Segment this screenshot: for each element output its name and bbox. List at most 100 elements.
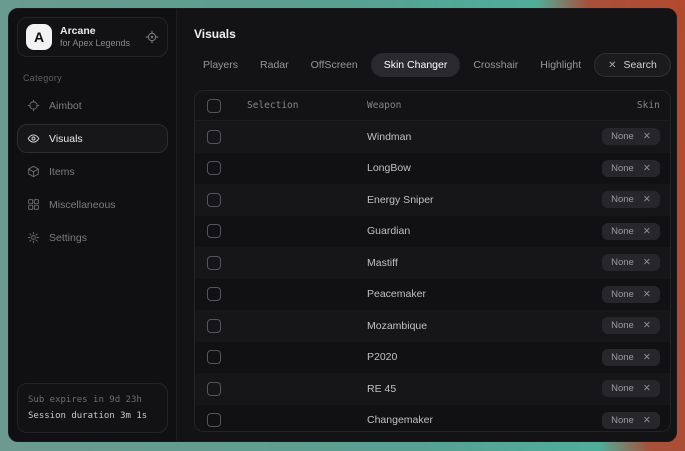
skin-select[interactable]: None ✕ bbox=[602, 223, 660, 240]
cube-icon bbox=[27, 165, 40, 178]
clear-icon[interactable]: ✕ bbox=[643, 383, 651, 394]
row-checkbox[interactable] bbox=[207, 224, 221, 238]
sidebar: A Arcane for Apex Legends Category bbox=[9, 9, 177, 441]
skin-value: None bbox=[611, 226, 634, 237]
sidebar-item-label: Visuals bbox=[49, 133, 83, 145]
clear-icon[interactable]: ✕ bbox=[643, 131, 651, 142]
tab-bar: Players Radar OffScreen Skin Changer Cro… bbox=[177, 53, 677, 77]
brand-subtitle: for Apex Legends bbox=[60, 38, 130, 49]
skin-table: Selection Weapon Skin Windman None ✕ Long… bbox=[194, 90, 671, 432]
sub-expires-text: Sub expires in 9d 23h bbox=[28, 392, 157, 408]
weapon-name: Mastiff bbox=[367, 257, 574, 269]
skin-value: None bbox=[611, 320, 634, 331]
target-icon[interactable] bbox=[145, 30, 159, 44]
search-button[interactable]: ✕ Search bbox=[594, 53, 671, 77]
row-checkbox[interactable] bbox=[207, 287, 221, 301]
row-checkbox[interactable] bbox=[207, 193, 221, 207]
eye-icon bbox=[27, 132, 40, 145]
row-checkbox[interactable] bbox=[207, 413, 221, 427]
brand-card: A Arcane for Apex Legends bbox=[17, 17, 168, 57]
table-row: Mozambique None ✕ bbox=[195, 310, 670, 342]
row-checkbox[interactable] bbox=[207, 161, 221, 175]
search-icon: ✕ bbox=[608, 60, 616, 71]
search-button-label: Search bbox=[624, 59, 657, 71]
column-header-selection: Selection bbox=[247, 100, 367, 111]
weapon-name: P2020 bbox=[367, 351, 574, 363]
weapon-name: RE 45 bbox=[367, 383, 574, 395]
skin-value: None bbox=[611, 352, 634, 363]
subscription-info: Sub expires in 9d 23h Session duration 3… bbox=[17, 383, 168, 433]
weapon-name: Peacemaker bbox=[367, 288, 574, 300]
skin-select[interactable]: None ✕ bbox=[602, 317, 660, 334]
page-title: Visuals bbox=[177, 23, 677, 53]
tab-radar[interactable]: Radar bbox=[251, 53, 298, 77]
sidebar-item-aimbot[interactable]: Aimbot bbox=[17, 91, 168, 120]
sidebar-item-visuals[interactable]: Visuals bbox=[17, 124, 168, 153]
clear-icon[interactable]: ✕ bbox=[643, 415, 651, 426]
table-row: Windman None ✕ bbox=[195, 121, 670, 153]
weapon-name: Guardian bbox=[367, 225, 574, 237]
table-row: Changemaker None✕ bbox=[195, 405, 670, 433]
skin-select[interactable]: None ✕ bbox=[602, 380, 660, 397]
app-window: A Arcane for Apex Legends Category bbox=[8, 8, 677, 442]
table-row: Peacemaker None✕ bbox=[195, 279, 670, 311]
skin-value: None bbox=[611, 163, 634, 174]
skin-select[interactable]: None ✕ bbox=[602, 191, 660, 208]
table-row: Energy Sniper None ✕ bbox=[195, 184, 670, 216]
tab-crosshair[interactable]: Crosshair bbox=[464, 53, 527, 77]
clear-icon[interactable]: ✕ bbox=[643, 257, 651, 268]
category-label: Category bbox=[23, 73, 162, 83]
brand-logo: A bbox=[26, 24, 52, 50]
skin-select[interactable]: None✕ bbox=[602, 286, 660, 303]
skin-value: None bbox=[611, 194, 634, 205]
row-checkbox[interactable] bbox=[207, 350, 221, 364]
row-checkbox[interactable] bbox=[207, 130, 221, 144]
weapon-name: Changemaker bbox=[367, 414, 574, 426]
row-checkbox[interactable] bbox=[207, 382, 221, 396]
column-header-weapon: Weapon bbox=[367, 100, 574, 111]
skin-select[interactable]: None ✕ bbox=[602, 160, 660, 177]
sidebar-item-miscellaneous[interactable]: Miscellaneous bbox=[17, 190, 168, 219]
weapon-name: Windman bbox=[367, 131, 574, 143]
skin-value: None bbox=[611, 131, 634, 142]
select-all-checkbox[interactable] bbox=[207, 99, 221, 113]
sidebar-nav: Aimbot Visuals Items bbox=[17, 91, 168, 252]
row-checkbox[interactable] bbox=[207, 319, 221, 333]
sidebar-item-label: Items bbox=[49, 166, 75, 178]
weapon-name: Energy Sniper bbox=[367, 194, 574, 206]
sidebar-item-items[interactable]: Items bbox=[17, 157, 168, 186]
skin-value: None bbox=[611, 257, 634, 268]
sidebar-item-label: Settings bbox=[49, 232, 87, 244]
crosshair-icon bbox=[27, 99, 40, 112]
sidebar-item-label: Miscellaneous bbox=[49, 199, 116, 211]
gear-icon bbox=[27, 231, 40, 244]
tab-offscreen[interactable]: OffScreen bbox=[302, 53, 367, 77]
table-row: Mastiff None ✕ bbox=[195, 247, 670, 279]
skin-select[interactable]: None✕ bbox=[602, 412, 660, 429]
clear-icon[interactable]: ✕ bbox=[643, 194, 651, 205]
skin-select[interactable]: None ✕ bbox=[602, 254, 660, 271]
skin-select[interactable]: None ✕ bbox=[602, 128, 660, 145]
table-row: P2020 None ✕ bbox=[195, 342, 670, 374]
tab-players[interactable]: Players bbox=[194, 53, 247, 77]
session-duration-text: Session duration 3m 1s bbox=[28, 408, 157, 424]
grid-icon bbox=[27, 198, 40, 211]
sidebar-item-label: Aimbot bbox=[49, 100, 82, 112]
sidebar-item-settings[interactable]: Settings bbox=[17, 223, 168, 252]
tab-highlight[interactable]: Highlight bbox=[531, 53, 590, 77]
table-header-row: Selection Weapon Skin bbox=[195, 91, 670, 121]
column-header-skin: Skin bbox=[574, 100, 660, 111]
skin-value: None bbox=[611, 383, 634, 394]
clear-icon[interactable]: ✕ bbox=[643, 163, 651, 174]
clear-icon[interactable]: ✕ bbox=[643, 352, 651, 363]
tab-skin-changer[interactable]: Skin Changer bbox=[371, 53, 461, 77]
weapon-name: Mozambique bbox=[367, 320, 574, 332]
table-row: LongBow None ✕ bbox=[195, 153, 670, 185]
clear-icon[interactable]: ✕ bbox=[643, 320, 651, 331]
weapon-name: LongBow bbox=[367, 162, 574, 174]
row-checkbox[interactable] bbox=[207, 256, 221, 270]
clear-icon[interactable]: ✕ bbox=[643, 289, 651, 300]
clear-icon[interactable]: ✕ bbox=[643, 226, 651, 237]
skin-select[interactable]: None ✕ bbox=[602, 349, 660, 366]
table-row: Guardian None ✕ bbox=[195, 216, 670, 248]
